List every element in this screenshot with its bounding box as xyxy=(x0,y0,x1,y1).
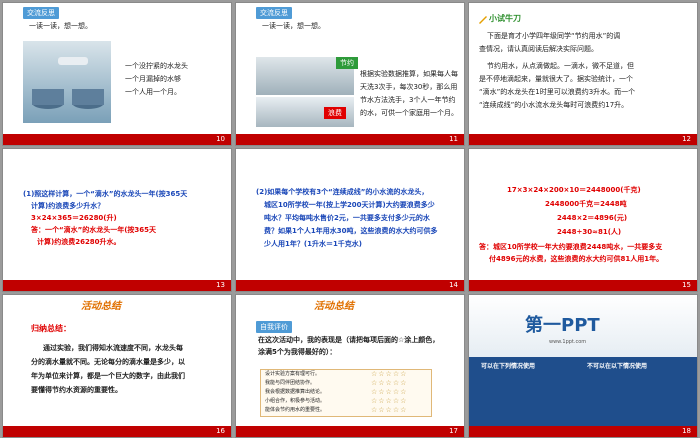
allowed-heading: 可以在下列情况使用 xyxy=(481,363,536,370)
slide-number: 18 xyxy=(682,427,691,435)
slide-footer: 10 xyxy=(3,134,231,145)
slide-line: 计算)约浪费26280升水。 xyxy=(37,238,121,246)
star-rating[interactable]: ☆☆☆☆☆ xyxy=(371,388,407,396)
slide-16[interactable]: 活动总结 归纳总结： 通过实验，我们得知水流速度不同，水龙头每 分的滴水量就不同… xyxy=(2,294,232,438)
slide-line: 分的滴水量就不同。无论每分的滴水量是多少，以 xyxy=(31,358,185,366)
save-badge: 节约 xyxy=(336,57,358,69)
pencil-icon xyxy=(479,16,487,24)
slide-line: 下面是育才小学四年级同学“节约用水”的调 xyxy=(487,32,621,40)
slide-line: 一个没拧紧的水龙头 xyxy=(125,62,188,70)
slide-10[interactable]: 交流反思 一读一读，想一想。 一个没拧紧的水龙头 一个月漏掉的水够 一个人用一个… xyxy=(2,2,232,146)
waste-badge: 浪费 xyxy=(324,107,346,119)
star-rating[interactable]: ☆☆☆☆☆ xyxy=(371,406,407,414)
slide-line: 少人用1年？(1升水＝1千克水) xyxy=(264,240,363,248)
slide-line: 费？如果1个人1年用水30吨，这些浪费的水大约可供多 xyxy=(264,227,438,235)
slide-13[interactable]: (1)照这样计算，一个“滴水”的水龙头一年(按365天 计算)约浪费多少升水？ … xyxy=(2,148,232,292)
slide-title: 小试牛刀 xyxy=(489,14,521,23)
slide-subtitle: 一读一读，想一想。 xyxy=(262,22,325,30)
slide-footer: 18 xyxy=(469,426,697,437)
slide-line: (1)照这样计算，一个“滴水”的水龙头一年(按365天 xyxy=(23,190,188,198)
slide-subtitle: 一读一读，想一想。 xyxy=(29,22,92,30)
slide-number: 17 xyxy=(449,427,458,435)
slide-line: 天洗3次手，每次30秒，那么用 xyxy=(360,83,458,91)
slide-18[interactable]: 第一PPT www.1ppt.com 可以在下列情况使用 不可以在以下情况使用 … xyxy=(468,294,698,438)
bucket-illustration xyxy=(32,57,104,109)
section-tag: 交流反思 xyxy=(256,7,292,19)
slide-line: 要懂得节约水资源的重要性。 xyxy=(31,386,122,394)
slide-line: 2448÷30≈81(人) xyxy=(557,228,622,236)
slide-footer: 17 xyxy=(236,426,464,437)
slide-number: 14 xyxy=(449,281,458,289)
slide-number: 10 xyxy=(216,135,225,143)
not-allowed-heading: 不可以在以下情况使用 xyxy=(587,363,648,370)
slide-line: 2448000千克＝2448吨 xyxy=(545,200,627,208)
faucet-photo xyxy=(23,41,111,123)
slide-footer: 14 xyxy=(236,280,464,291)
slide-line: 年为单位来计算，都是一个巨大的数字，由此我们 xyxy=(31,372,185,380)
slide-line: 答：城区10所学校一年大约要浪费2448吨水，一共要多支 xyxy=(479,243,663,251)
slide-line: “连续成线”的小水流水龙头每时可浪费约17升。 xyxy=(479,101,629,109)
slide-footer: 16 xyxy=(3,426,231,437)
slide-title: 活动总结 xyxy=(314,301,354,312)
slide-number: 13 xyxy=(216,281,225,289)
slide-17[interactable]: 活动总结 自我评价 在这次活动中，我的表现是（请把每项后面的☆涂上颜色， 涂满5… xyxy=(235,294,465,438)
slide-heading: 归纳总结： xyxy=(31,324,71,333)
slide-footer: 13 xyxy=(3,280,231,291)
slide-line: 根据实验数据推算，如果每人每 xyxy=(360,70,458,78)
slide-line: 吨水？平均每吨水售价2元，一共要多支付多少元的水 xyxy=(264,214,430,222)
slide-number: 11 xyxy=(449,135,458,143)
slide-number: 16 xyxy=(216,427,225,435)
slide-number: 12 xyxy=(682,135,691,143)
slide-line: 付4896元的水费，这些浪费的水大约可供81人用1年。 xyxy=(489,255,664,263)
slide-footer: 12 xyxy=(469,134,697,145)
slide-number: 15 xyxy=(682,281,691,289)
slide-line: 3×24×365＝26280(升) xyxy=(31,214,117,222)
slide-line: 节约用水，从点滴做起。一滴水，微不足道，但 xyxy=(487,62,634,70)
table-row: 能体会节约用水的重要性。 xyxy=(265,407,326,413)
slide-15[interactable]: 17×3×24×200×10＝2448000(千克) 2448000千克＝244… xyxy=(468,148,698,292)
section-tag: 交流反思 xyxy=(23,7,59,19)
slide-14[interactable]: (2)如果每个学校有3个“连续成线”的小水流的水龙头， 城区10所学校一年(按上… xyxy=(235,148,465,292)
brand-logo: 第一PPT xyxy=(525,315,600,336)
slide-footer: 15 xyxy=(469,280,697,291)
evaluation-table: 设计实验方案有理可行。 ☆☆☆☆☆ 我能与同伴团结协作。 ☆☆☆☆☆ 我会根据数… xyxy=(260,369,432,417)
slide-line: 答：一个“滴水”的水龙头一年(按365天 xyxy=(31,226,157,234)
star-rating[interactable]: ☆☆☆☆☆ xyxy=(371,379,407,387)
star-rating[interactable]: ☆☆☆☆☆ xyxy=(371,370,407,378)
slide-line: (2)如果每个学校有3个“连续成线”的小水流的水龙头， xyxy=(256,188,429,196)
star-rating[interactable]: ☆☆☆☆☆ xyxy=(371,397,407,405)
slide-line: 一个人用一个月。 xyxy=(125,88,181,96)
slide-line: 是不停地滴起来，量就很大了。据实验统计，一个 xyxy=(479,75,633,83)
slide-12[interactable]: 小试牛刀 下面是育才小学四年级同学“节约用水”的调 查情况，请认真阅读后解决实际… xyxy=(468,2,698,146)
slide-line: 涂满5个为我得最好的）： xyxy=(258,348,337,356)
brand-url: www.1ppt.com xyxy=(549,339,587,345)
slide-line: 通过实验，我们得知水流速度不同，水龙头每 xyxy=(43,344,183,352)
slide-line: 计算)约浪费多少升水？ xyxy=(31,202,105,210)
slide-11[interactable]: 交流反思 一读一读，想一想。 节约 浪费 根据实验数据推算，如果每人每 天洗3次… xyxy=(235,2,465,146)
slide-line: 17×3×24×200×10＝2448000(千克) xyxy=(507,186,641,194)
slide-line: 在这次活动中，我的表现是（请把每项后面的☆涂上颜色， xyxy=(258,336,440,344)
slide-title: 活动总结 xyxy=(81,301,121,312)
section-tag: 自我评价 xyxy=(256,321,292,333)
slide-footer: 11 xyxy=(236,134,464,145)
slide-line: “滴水”的水龙头在1时里可以浪费约3升水。而一个 xyxy=(479,88,636,96)
slide-line: 城区10所学校一年(按上学200天计算)大约要浪费多少 xyxy=(264,201,435,209)
slide-line: 查情况，请认真阅读后解决实际问题。 xyxy=(479,45,598,53)
slide-line: 一个月漏掉的水够 xyxy=(125,75,181,83)
slide-line: 2448×2＝4896(元) xyxy=(557,214,628,222)
slide-line: 节水方法洗手，3个人一年节约 xyxy=(360,96,456,104)
slide-line: 的水，可供一个家庭用一个月。 xyxy=(360,109,458,117)
